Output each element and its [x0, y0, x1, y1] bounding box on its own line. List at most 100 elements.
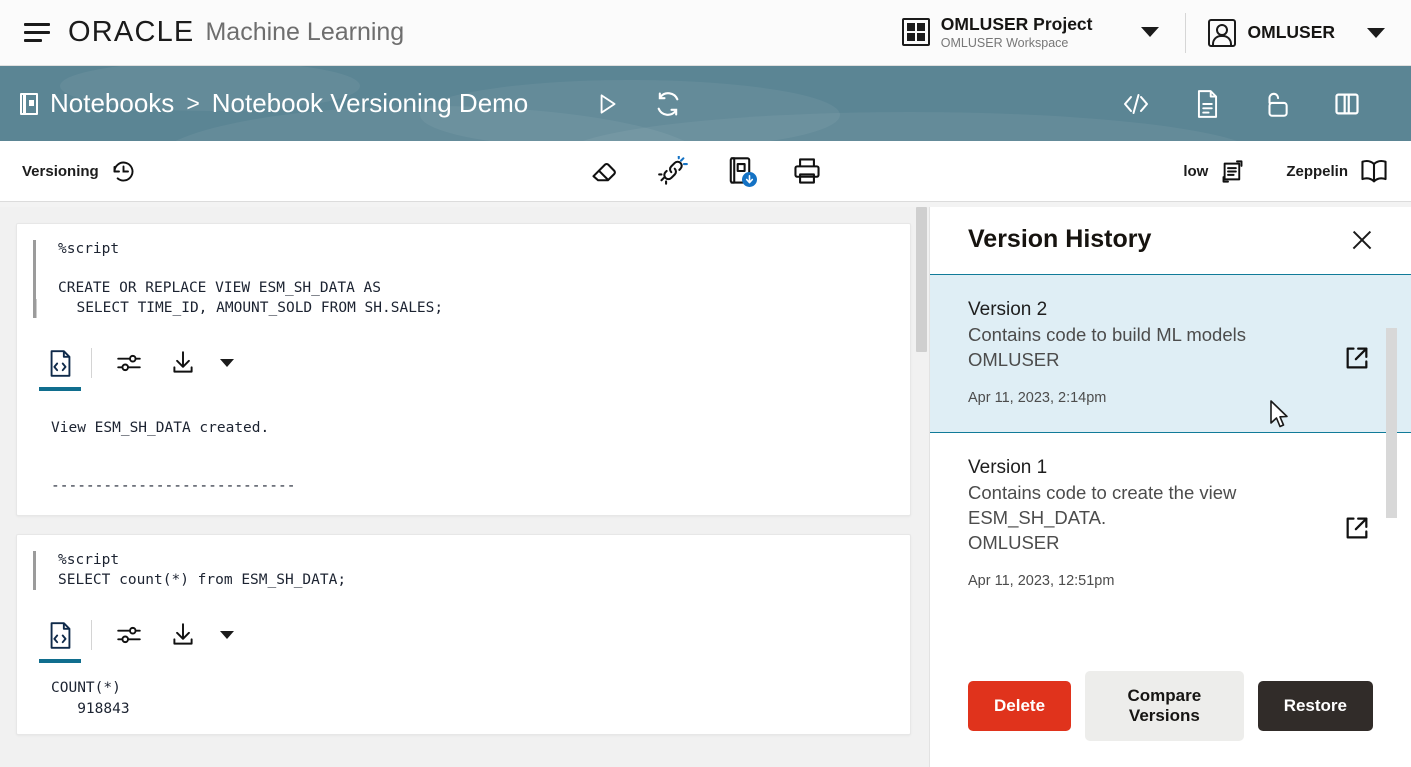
export-notebook-icon[interactable]	[726, 156, 757, 187]
project-subtitle: OMLUSER Workspace	[940, 35, 1069, 50]
notebook-actions	[594, 90, 682, 118]
breadcrumb-bar: Notebooks > Notebook Versioning Demo	[0, 66, 1411, 141]
breadcrumb-separator: >	[186, 90, 200, 116]
version-item-body: Version 2 Contains code to build ML mode…	[968, 297, 1246, 406]
user-name: OMLUSER	[1247, 22, 1336, 42]
mode-selector[interactable]: low	[1183, 158, 1246, 185]
header-divider	[1184, 12, 1186, 53]
settings-sliders-icon[interactable]	[102, 335, 156, 391]
code-line: SELECT count(*) from ESM_SH_DATA;	[58, 571, 347, 588]
versioning-button[interactable]: Versioning	[22, 158, 137, 185]
page-title: Notebook Versioning Demo	[211, 88, 529, 118]
output-line: View ESM_SH_DATA created.	[51, 420, 270, 436]
panel-title: Version History	[968, 225, 1152, 253]
delete-button[interactable]: Delete	[968, 681, 1072, 731]
version-timestamp: Apr 11, 2023, 2:14pm	[968, 390, 1107, 406]
app-header: ORACLE Machine Learning OMLUSER Project …	[0, 0, 1411, 66]
header-right: OMLUSER Project OMLUSER Workspace OMLUSE…	[901, 0, 1396, 65]
version-number: Version 1	[968, 457, 1048, 478]
user-menu[interactable]: OMLUSER	[1207, 18, 1396, 47]
version-description: Contains code to create the view ESM_SH_…	[968, 482, 1237, 528]
breadcrumb-right-actions	[1120, 89, 1391, 119]
close-icon[interactable]	[1349, 227, 1375, 253]
cell-toolbar	[33, 606, 892, 664]
restore-button[interactable]: Restore	[1257, 681, 1373, 731]
flow-list-icon[interactable]	[1219, 158, 1246, 185]
code-toggle-icon[interactable]	[33, 607, 87, 663]
cell-toolbar	[33, 334, 892, 392]
oracle-logo: ORACLE	[68, 16, 195, 48]
chevron-down-icon[interactable]	[1367, 27, 1385, 38]
mode-label: low	[1183, 162, 1209, 180]
refresh-icon[interactable]	[654, 90, 682, 118]
user-avatar-icon	[1207, 18, 1236, 47]
run-notebook-icon[interactable]	[594, 91, 620, 117]
cell-toolbar-divider	[91, 348, 92, 378]
project-selector[interactable]: OMLUSER Project OMLUSER Workspace	[901, 14, 1177, 50]
notebook-toolbar: Versioning low Zeppelin	[0, 141, 1411, 202]
download-caret-icon[interactable]	[220, 359, 234, 367]
breadcrumb: Notebooks > Notebook Versioning Demo	[20, 88, 528, 119]
code-line: CREATE OR REPLACE VIEW ESM_SH_DATA AS	[58, 280, 382, 296]
version-owner: OMLUSER	[968, 532, 1060, 553]
cell-output: View ESM_SH_DATA created. --------------…	[33, 392, 892, 515]
output-line-blank	[51, 443, 892, 472]
download-icon[interactable]	[156, 335, 210, 391]
version-list-item[interactable]: Version 1 Contains code to create the vi…	[930, 432, 1411, 615]
code-toggle-icon[interactable]	[33, 335, 87, 391]
version-list: Version 2 Contains code to build ML mode…	[930, 274, 1411, 671]
main-area: %script CREATE OR REPLACE VIEW ESM_SH_DA…	[0, 207, 1411, 767]
open-book-icon[interactable]	[1359, 157, 1389, 185]
notebook-scrollbar-thumb[interactable]	[916, 207, 927, 352]
breadcrumb-parent[interactable]: Notebooks	[50, 88, 174, 119]
clear-output-icon[interactable]	[657, 156, 688, 186]
download-caret-icon[interactable]	[220, 631, 234, 639]
interpreter-label: Zeppelin	[1286, 162, 1348, 180]
cell-output: COUNT(*) 918843	[33, 664, 892, 734]
output-line: COUNT(*)	[51, 680, 121, 696]
cell-code[interactable]: %script SELECT count(*) from ESM_SH_DATA…	[33, 551, 892, 590]
settings-sliders-icon[interactable]	[102, 607, 156, 663]
version-timestamp: Apr 11, 2023, 12:51pm	[968, 573, 1115, 589]
print-icon[interactable]	[792, 156, 822, 186]
history-clock-icon[interactable]	[110, 158, 137, 185]
grid-icon	[901, 18, 930, 47]
code-line: %script	[58, 552, 120, 568]
cell-code[interactable]: %script CREATE OR REPLACE VIEW ESM_SH_DA…	[33, 240, 892, 318]
version-item-body: Version 1 Contains code to create the vi…	[968, 455, 1268, 589]
split-layout-icon[interactable]	[1333, 90, 1361, 118]
version-list-item[interactable]: Version 2 Contains code to build ML mode…	[930, 274, 1411, 432]
code-view-icon[interactable]	[1120, 89, 1152, 119]
cell-toolbar-divider	[91, 620, 92, 650]
project-title: OMLUSER Project	[940, 14, 1093, 35]
version-description: Contains code to build ML models	[968, 324, 1246, 345]
notebook-scrollbar[interactable]	[914, 207, 929, 767]
document-icon[interactable]	[1194, 89, 1221, 119]
project-text: OMLUSER Project OMLUSER Workspace	[941, 14, 1093, 50]
versioning-label: Versioning	[22, 162, 99, 180]
notebook-cell[interactable]: %script SELECT count(*) from ESM_SH_DATA…	[16, 534, 911, 735]
unlock-icon[interactable]	[1263, 89, 1291, 119]
interpreter-selector[interactable]: Zeppelin	[1286, 157, 1389, 185]
version-number: Version 2	[968, 299, 1048, 320]
compare-versions-button[interactable]: Compare Versions	[1085, 671, 1244, 741]
code-line: SELECT TIME_ID, AMOUNT_SOLD FROM SH.SALE…	[36, 298, 892, 318]
output-line: 918843	[51, 701, 130, 717]
download-icon[interactable]	[156, 607, 210, 663]
external-link-icon[interactable]	[1343, 344, 1371, 372]
external-link-icon[interactable]	[1343, 514, 1371, 542]
version-history-header: Version History	[930, 207, 1411, 274]
notebook-cell[interactable]: %script CREATE OR REPLACE VIEW ESM_SH_DA…	[16, 223, 911, 516]
output-line: ----------------------------	[51, 478, 296, 494]
notebook-icon	[20, 92, 38, 115]
version-owner: OMLUSER	[968, 349, 1060, 370]
product-name: Machine Learning	[205, 18, 405, 46]
version-list-scrollbar-thumb[interactable]	[1386, 328, 1397, 518]
version-actions: Delete Compare Versions Restore	[930, 671, 1411, 767]
eraser-icon[interactable]	[590, 156, 620, 186]
notebook-pane: %script CREATE OR REPLACE VIEW ESM_SH_DA…	[0, 207, 929, 767]
hamburger-icon[interactable]	[24, 18, 54, 48]
chevron-down-icon[interactable]	[1140, 27, 1159, 38]
toolbar-center-actions	[590, 156, 822, 187]
